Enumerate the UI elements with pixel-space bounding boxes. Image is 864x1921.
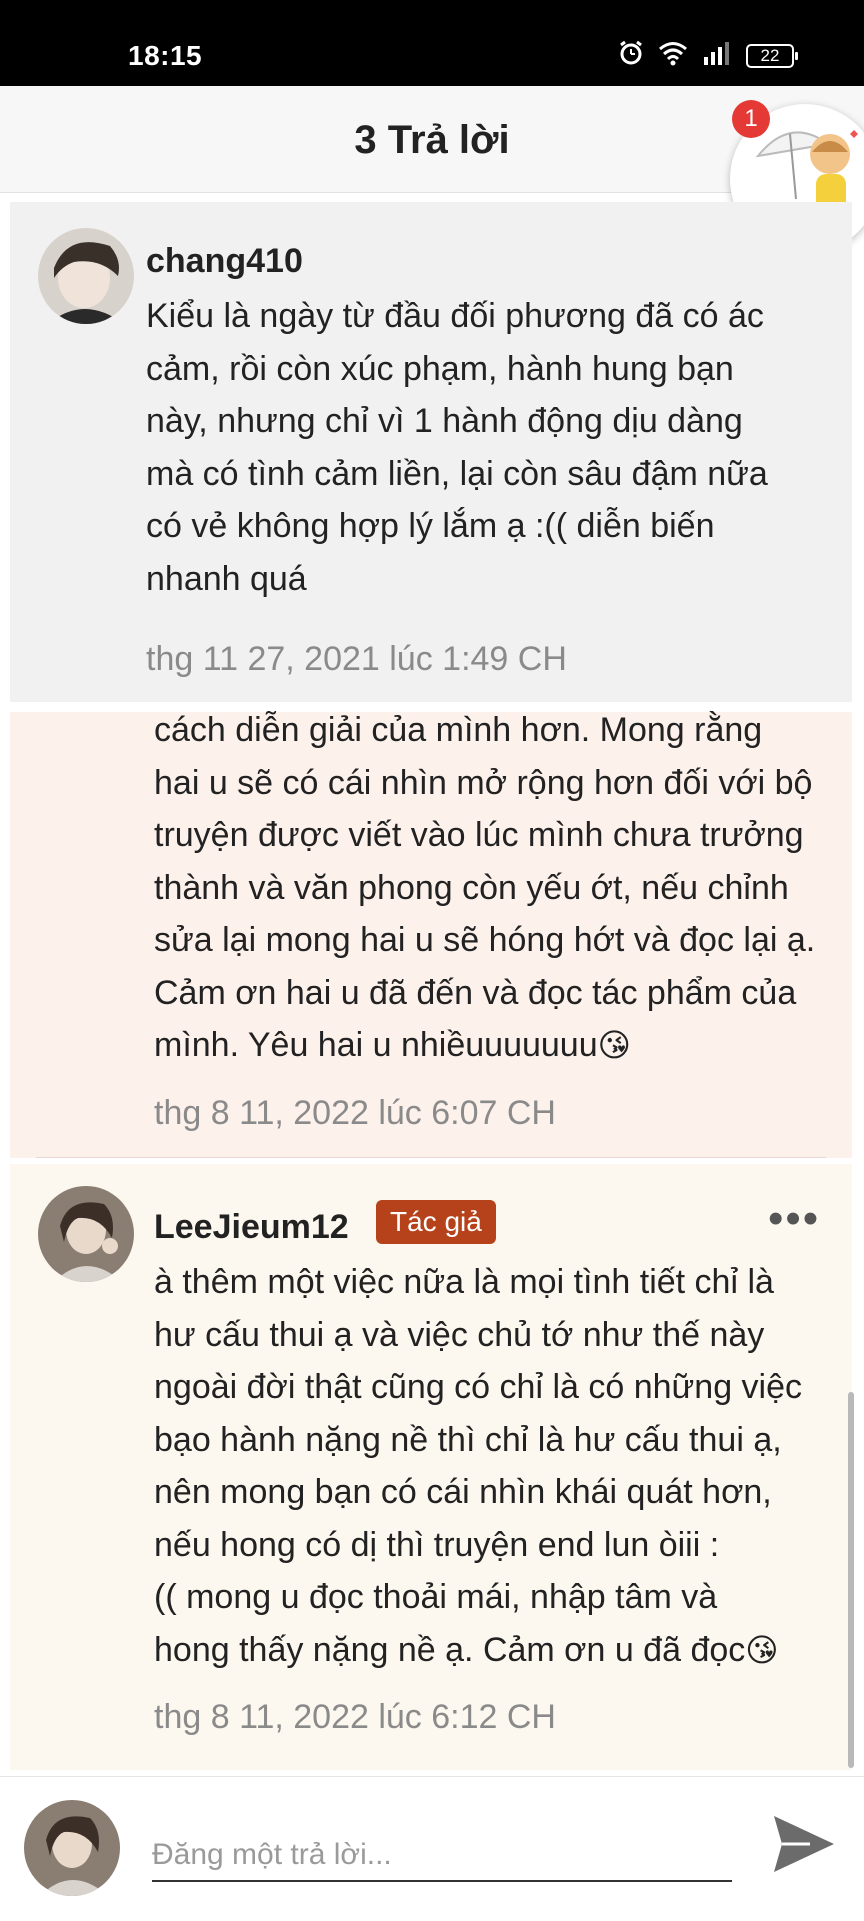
comment-timestamp: thg 11 27, 2021 lúc 1:49 CH: [146, 640, 567, 678]
more-options-button[interactable]: •••: [768, 1194, 820, 1244]
alarm-icon: [618, 40, 644, 72]
comment-line: thành và văn phong còn yếu ớt, nếu chỉnh: [154, 868, 789, 907]
comment-line: Cảm ơn hai u đã đến và đọc tác phẩm của: [154, 973, 797, 1012]
notification-badge: 1: [732, 100, 770, 138]
comment-line-text: mình. Yêu hai u nhiềuuuuuuu: [154, 1026, 598, 1064]
my-avatar: [24, 1800, 120, 1896]
comment-line: cách diễn giải của mình hơn. Mong rằng: [154, 711, 763, 749]
avatar[interactable]: [38, 1186, 134, 1282]
status-time: 18:15: [128, 40, 203, 71]
comment-line: nếu hong có dị thì truyện end lun òiii :: [154, 1525, 720, 1564]
avatar-icon: [24, 1800, 120, 1896]
avatar[interactable]: [38, 228, 134, 324]
comment-body: Kiểu là ngày từ đầu đối phương đã có ác …: [146, 290, 768, 605]
comment-line: Kiểu là ngày từ đầu đối phương đã có ác: [146, 297, 764, 335]
comment-line: ngoài đời thật cũng có chỉ là có những v…: [154, 1368, 803, 1406]
comment-line: nhanh quá: [146, 559, 307, 598]
scrollbar[interactable]: [848, 1392, 854, 1768]
divider: [36, 1157, 826, 1158]
send-icon: [774, 1816, 834, 1872]
comment-timestamp: thg 8 11, 2022 lúc 6:07 CH: [154, 1094, 556, 1132]
comment-line-text: hong thấy nặng nề ạ. Cảm ơn u đã đọc: [154, 1630, 746, 1669]
comment-line: hong thấy nặng nề ạ. Cảm ơn u đã đọc😘: [154, 1624, 802, 1677]
comment-body: cách diễn giải của mình hơn. Mong rằng h…: [154, 704, 815, 1072]
comment-line: mà có tình cảm liền, lại còn sâu đậm nữa: [146, 454, 768, 493]
comment-username[interactable]: LeeJieum12: [154, 1208, 349, 1247]
comment-line: (( mong u đọc thoải mái, nhập tâm và: [154, 1578, 718, 1616]
kiss-emoji-icon: 😘: [597, 1027, 631, 1063]
battery-icon: 22: [746, 44, 798, 68]
comment-line: nên mong bạn có cái nhìn khái quát hơn,: [154, 1473, 772, 1511]
comment-card: chang410 Kiểu là ngày từ đầu đối phương …: [10, 202, 852, 702]
signal-icon: [702, 41, 732, 71]
comment-line: sửa lại mong hai u sẽ hóng hớt và đọc lạ…: [154, 921, 816, 959]
kiss-emoji-icon: 😘: [745, 1631, 779, 1668]
status-icons: 22: [618, 40, 798, 72]
author-badge: Tác giả: [376, 1200, 496, 1244]
comment-line: hai u sẽ có cái nhìn mở rộng hơn đối với…: [154, 763, 813, 802]
comment-card: LeeJieum12 Tác giả ••• à thêm một việc n…: [10, 1164, 852, 1770]
comment-line: mình. Yêu hai u nhiềuuuuuuu😘: [154, 1019, 815, 1072]
comment-line: có vẻ không hợp lý lắm ạ :(( diễn biến: [146, 507, 715, 545]
comment-line: truyện được viết vào lúc mình chưa trưởn…: [154, 816, 804, 854]
comment-line: này, nhưng chỉ vì 1 hành động dịu dàng: [146, 402, 743, 440]
comment-timestamp: thg 8 11, 2022 lúc 6:12 CH: [154, 1698, 556, 1736]
wifi-icon: [658, 40, 688, 72]
comment-line: bạo hành nặng nề thì chỉ là hư cấu thui …: [154, 1420, 782, 1459]
send-button[interactable]: [770, 1810, 838, 1878]
avatar-icon: [38, 1186, 134, 1282]
comment-line: cảm, rồi còn xúc phạm, hành hung bạn: [146, 349, 734, 388]
avatar-icon: [38, 228, 134, 324]
comment-username[interactable]: chang410: [146, 242, 303, 281]
reply-input[interactable]: [152, 1830, 732, 1882]
status-bar: 18:15 22: [0, 0, 864, 86]
comment-body: à thêm một việc nữa là mọi tình tiết chỉ…: [154, 1256, 802, 1676]
comment-line: à thêm một việc nữa là mọi tình tiết chỉ…: [154, 1263, 774, 1301]
comment-card: cách diễn giải của mình hơn. Mong rằng h…: [10, 711, 852, 1158]
comment-line: hư cấu thui ạ và việc chủ tớ như thế này: [154, 1315, 765, 1354]
